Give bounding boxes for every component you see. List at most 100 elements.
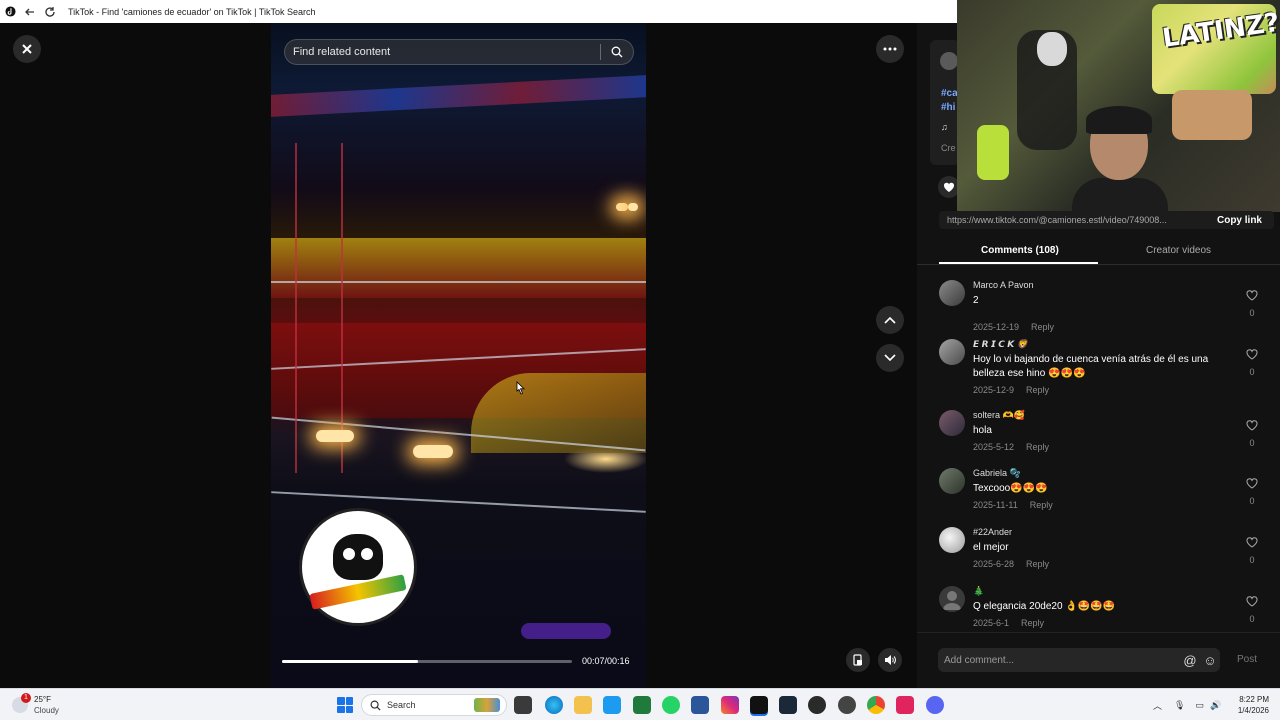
comment-author[interactable]: Marco A Pavon (973, 280, 1034, 290)
avatar[interactable] (939, 586, 965, 612)
app-icon[interactable] (838, 696, 856, 714)
heart-icon (1246, 596, 1258, 607)
whatsapp-icon[interactable] (662, 696, 680, 714)
comment-like-count: 0 (1249, 496, 1255, 506)
comment-like-button[interactable]: 0 (1243, 418, 1261, 448)
excel-icon[interactable] (633, 696, 651, 714)
emoji-icon[interactable]: ☺ (1200, 653, 1220, 668)
ellipsis-icon (883, 47, 897, 51)
comment-like-count: 0 (1249, 438, 1255, 448)
taskbar-clock[interactable]: 8:22 PM 1/4/2026 (1225, 694, 1269, 716)
video-rail (271, 491, 646, 513)
network-icon[interactable]: ▭ (1195, 700, 1204, 711)
reply-button[interactable]: Reply (1026, 385, 1049, 395)
comment-like-button[interactable]: 0 (1243, 594, 1261, 624)
taskbar: 1 25°F Cloudy Search ︿ 🎙 ▭ 🔊 8:22 PM 1/4… (0, 688, 1280, 720)
video-lamp (628, 203, 638, 211)
reply-button[interactable]: Reply (1031, 322, 1054, 332)
close-button[interactable] (13, 35, 41, 63)
system-tray: ︿ 🎙 ▭ 🔊 (1153, 689, 1221, 720)
reply-button[interactable]: Reply (1026, 442, 1049, 452)
search-icon[interactable] (601, 39, 633, 65)
weather-widget[interactable]: 1 25°F Cloudy (12, 693, 82, 717)
comment-input[interactable] (938, 654, 1180, 666)
task-view-icon[interactable] (514, 696, 532, 714)
streamer (1072, 106, 1168, 212)
microphone-icon[interactable]: 🎙 (1174, 700, 1185, 711)
comment-item: Marco A Pavon 2 2025-12-19 Reply 0 (939, 280, 1274, 332)
video-ladder (295, 143, 297, 473)
discord-icon[interactable] (926, 696, 944, 714)
windows-start-icon[interactable] (337, 697, 353, 713)
skull-logo-icon (333, 534, 383, 580)
comment-author[interactable]: #22Ander (973, 527, 1012, 537)
store-icon[interactable] (691, 696, 709, 714)
hashtag-fragment[interactable]: #ca (941, 88, 958, 99)
chrome-icon[interactable] (867, 696, 885, 714)
share-url: https://www.tiktok.com/@camiones.estl/vi… (947, 215, 1167, 225)
avatar[interactable] (939, 280, 965, 306)
copy-link-button[interactable]: Copy link (1209, 215, 1274, 226)
back-arrow-icon[interactable] (20, 0, 40, 23)
mouse-cursor-icon (514, 381, 526, 402)
volume-button[interactable] (878, 648, 902, 672)
comment-date: 2025-6-28 (973, 559, 1015, 569)
comment-date: 2025-11-11 (973, 500, 1018, 510)
app-icon[interactable] (896, 696, 914, 714)
avatar[interactable] (939, 527, 965, 553)
chevron-up-icon[interactable]: ︿ (1153, 699, 1162, 712)
comment-like-button[interactable]: 0 (1243, 476, 1261, 506)
post-comment-button[interactable]: Post (1237, 654, 1257, 665)
creator-avatar[interactable] (940, 52, 958, 70)
video-progress-bar[interactable] (282, 660, 572, 663)
related-search-input[interactable] (285, 46, 600, 58)
previous-video-button[interactable] (876, 306, 904, 334)
tab-comments[interactable]: Comments (108) (981, 245, 1059, 256)
tiktok-app-icon[interactable] (750, 696, 768, 714)
comment-like-button[interactable]: 0 (1243, 288, 1261, 318)
mention-icon[interactable]: @ (1180, 653, 1200, 668)
comment-list: Marco A Pavon 2 2025-12-19 Reply 0 𝙀 𝙍 𝙄 … (917, 270, 1280, 628)
tab-creator-videos[interactable]: Creator videos (1146, 245, 1211, 256)
chevron-up-icon (884, 316, 896, 324)
comment-like-button[interactable]: 0 (1243, 535, 1261, 565)
steam-icon[interactable] (779, 696, 797, 714)
taskbar-search-label: Search (387, 700, 416, 710)
hashtag-fragment[interactable]: #hi (941, 102, 955, 113)
comment-like-button[interactable]: 0 (1243, 347, 1261, 377)
reply-button[interactable]: Reply (1021, 618, 1044, 628)
file-explorer-icon[interactable] (574, 696, 592, 714)
video-rail (271, 281, 646, 283)
comment-author[interactable]: 𝙀 𝙍 𝙄 𝘾 𝙆 🦁 (973, 339, 1028, 350)
edge-browser-icon[interactable] (545, 696, 563, 714)
obs-icon[interactable] (808, 696, 826, 714)
comment-author[interactable]: 🎄 (973, 586, 984, 597)
share-link-row: https://www.tiktok.com/@camiones.estl/vi… (939, 211, 1274, 229)
video-lamp (413, 445, 453, 458)
avatar[interactable] (939, 468, 965, 494)
video-progress-fill (282, 660, 419, 663)
taskbar-search[interactable]: Search (361, 694, 507, 716)
video-frame[interactable] (271, 23, 646, 688)
comment-author[interactable]: Gabriela 🫧 (973, 468, 1021, 479)
avatar[interactable] (939, 410, 965, 436)
pip-icon (853, 654, 862, 666)
next-video-button[interactable] (876, 344, 904, 372)
comment-input-box[interactable]: @ ☺ (938, 648, 1220, 672)
picture-in-picture-button[interactable] (846, 648, 870, 672)
search-icon (370, 700, 381, 711)
comment-item: 𝙀 𝙍 𝙄 𝘾 𝙆 🦁 Hoy lo vi bajando de cuenca … (939, 339, 1274, 397)
comment-like-count: 0 (1249, 555, 1255, 565)
related-search-box[interactable] (284, 39, 634, 65)
volume-icon[interactable]: 🔊 (1210, 700, 1221, 711)
clock-date: 1/4/2026 (1237, 706, 1269, 715)
reply-button[interactable]: Reply (1030, 500, 1053, 510)
reply-button[interactable]: Reply (1026, 559, 1049, 569)
comment-author[interactable]: soltera 🫶🥰 (973, 410, 1025, 421)
avatar[interactable] (939, 339, 965, 365)
music-note-icon: ♫ (941, 122, 948, 132)
more-options-button[interactable] (876, 35, 904, 63)
instagram-icon[interactable] (721, 696, 739, 714)
refresh-icon[interactable] (40, 0, 60, 23)
twitter-icon[interactable] (603, 696, 621, 714)
